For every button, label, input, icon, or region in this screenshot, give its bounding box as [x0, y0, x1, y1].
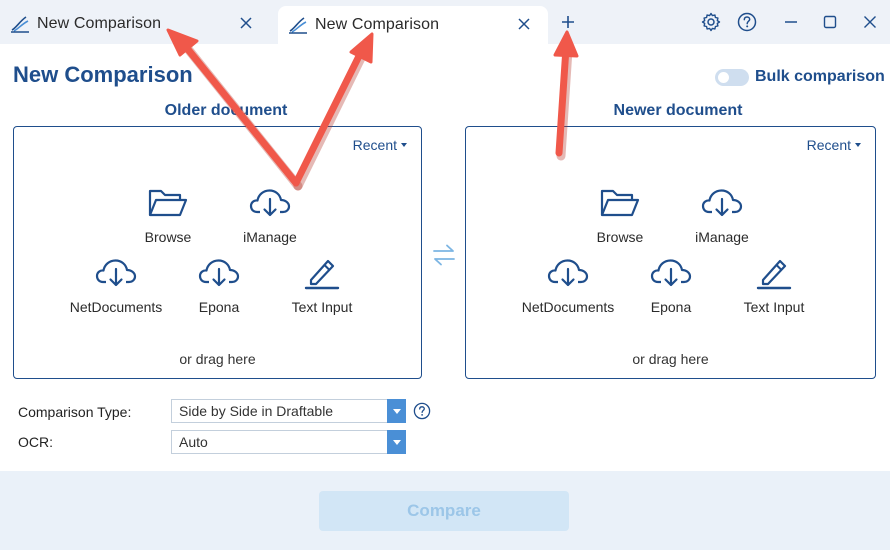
- recent-dropdown[interactable]: Recent: [807, 137, 861, 153]
- recent-label: Recent: [806, 137, 851, 153]
- source-label: Epona: [198, 299, 240, 315]
- swap-arrows-icon[interactable]: [431, 242, 457, 268]
- text-input-source[interactable]: Text Input: [719, 255, 829, 315]
- drag-here-label: or drag here: [179, 351, 256, 367]
- comparison-type-label: Comparison Type:: [18, 404, 132, 420]
- plus-icon: [562, 16, 574, 28]
- close-icon: [864, 16, 876, 28]
- netdocuments-source[interactable]: NetDocuments: [61, 255, 171, 315]
- newer-document-dropzone[interactable]: Recent Browse iManage NetDocuments Epona: [465, 126, 876, 379]
- folder-open-icon: [600, 189, 640, 217]
- newer-document-heading: Newer document: [613, 102, 743, 119]
- close-icon[interactable]: [236, 13, 256, 33]
- minimize-button[interactable]: [778, 9, 804, 35]
- imanage-source[interactable]: iManage: [667, 185, 777, 245]
- compare-button[interactable]: Compare: [319, 491, 569, 531]
- cloud-download-icon: [249, 189, 291, 217]
- source-label: Text Input: [743, 299, 805, 315]
- tab-label: New Comparison: [315, 16, 440, 33]
- caret-down-icon: [855, 143, 861, 147]
- maximize-icon: [823, 15, 837, 29]
- cloud-download-icon: [650, 259, 692, 287]
- source-label: iManage: [695, 229, 749, 245]
- older-document-heading: Older document: [164, 102, 288, 119]
- cloud-download-icon: [198, 259, 240, 287]
- gear-icon: [701, 12, 721, 32]
- window-close-button[interactable]: [857, 9, 883, 35]
- folder-open-icon: [148, 189, 188, 217]
- cloud-download-icon: [95, 259, 137, 287]
- question-circle-icon[interactable]: [413, 402, 431, 420]
- recent-dropdown[interactable]: Recent: [353, 137, 407, 153]
- question-circle-icon: [737, 12, 757, 32]
- cloud-download-icon: [547, 259, 589, 287]
- source-label: iManage: [243, 229, 297, 245]
- settings-button[interactable]: [698, 9, 724, 35]
- comparison-type-value: Side by Side in Draftable: [179, 403, 334, 419]
- caret-down-icon: [401, 143, 407, 147]
- dropdown-arrow-icon[interactable]: [387, 430, 406, 454]
- bulk-comparison-label: Bulk comparison: [755, 68, 885, 85]
- help-button[interactable]: [734, 9, 760, 35]
- footer-bar: Compare: [0, 471, 890, 550]
- draftable-logo-icon: [287, 14, 309, 36]
- older-document-dropzone[interactable]: Recent Browse iManage NetDocuments Epona: [13, 126, 422, 379]
- close-icon[interactable]: [514, 14, 534, 34]
- netdocuments-source[interactable]: NetDocuments: [513, 255, 623, 315]
- drag-here-label: or drag here: [632, 351, 709, 367]
- source-label: Epona: [650, 299, 692, 315]
- cloud-download-icon: [701, 189, 743, 217]
- pencil-icon: [756, 259, 792, 290]
- dropdown-arrow-icon[interactable]: [387, 399, 406, 423]
- source-label: NetDocuments: [69, 299, 163, 315]
- imanage-source[interactable]: iManage: [215, 185, 325, 245]
- add-tab-button[interactable]: [556, 10, 580, 34]
- toggle-switch[interactable]: [715, 68, 749, 86]
- recent-label: Recent: [352, 137, 397, 153]
- maximize-button[interactable]: [817, 9, 843, 35]
- tab-new-comparison-2[interactable]: New Comparison: [278, 6, 548, 44]
- draftable-logo-icon: [9, 13, 31, 35]
- comparison-type-select[interactable]: Side by Side in Draftable: [171, 399, 406, 423]
- pencil-icon: [304, 259, 340, 290]
- ocr-label: OCR:: [18, 434, 53, 450]
- source-label: Text Input: [291, 299, 353, 315]
- tab-new-comparison-1[interactable]: New Comparison: [0, 5, 270, 42]
- minimize-icon: [785, 21, 797, 23]
- text-input-source[interactable]: Text Input: [267, 255, 377, 315]
- ocr-value: Auto: [179, 434, 208, 450]
- bulk-comparison-toggle[interactable]: Bulk comparison: [715, 68, 885, 86]
- source-label: NetDocuments: [521, 299, 615, 315]
- source-label: Browse: [144, 229, 192, 245]
- tab-label: New Comparison: [37, 14, 162, 32]
- source-label: Browse: [596, 229, 644, 245]
- browse-source[interactable]: Browse: [565, 185, 675, 245]
- epona-source[interactable]: Epona: [616, 255, 726, 315]
- browse-source[interactable]: Browse: [113, 185, 223, 245]
- page-title: New Comparison: [13, 62, 193, 87]
- epona-source[interactable]: Epona: [164, 255, 274, 315]
- ocr-select[interactable]: Auto: [171, 430, 406, 454]
- tab-bar: New Comparison New Comparison: [0, 0, 890, 44]
